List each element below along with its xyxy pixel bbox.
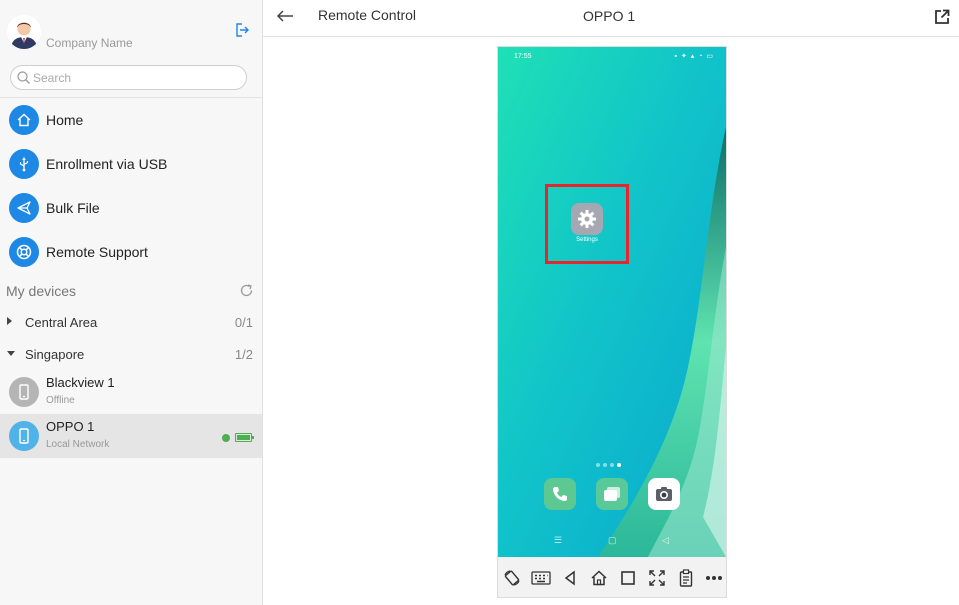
triangle-back-icon[interactable]: ◁ [662, 535, 669, 546]
clipboard-icon[interactable] [676, 568, 696, 588]
nav-item-bulk-file[interactable]: Bulk File [0, 186, 262, 230]
main-panel: Remote Control OPPO 1 17:55 ▪ ✦ ▴ ◔ ▭ Se… [263, 0, 959, 605]
phone-screen[interactable]: 17:55 ▪ ✦ ▴ ◔ ▭ Settings ☰ ▢ ◁ [498, 47, 726, 557]
caret-right-icon [7, 317, 12, 325]
lifebuoy-icon [9, 237, 39, 267]
camera-app-icon[interactable] [648, 478, 680, 510]
profile: Company Name [0, 0, 262, 60]
page-indicator [596, 454, 636, 467]
app-window: Company Name Home [0, 0, 959, 605]
nav-label: Home [46, 112, 84, 128]
nav-item-remote-support[interactable]: Remote Support [0, 230, 262, 274]
device-status: Local Network [46, 439, 110, 450]
search-icon [17, 71, 30, 84]
nav-label: Bulk File [46, 200, 100, 216]
fullscreen-icon[interactable] [647, 568, 667, 588]
online-status-dot [222, 434, 230, 442]
nav-item-enrollment-usb[interactable]: Enrollment via USB [0, 142, 262, 186]
my-devices-title: My devices [6, 283, 77, 299]
page-dot [603, 463, 607, 467]
device-item-blackview-1[interactable]: Blackview 1 Offline [0, 370, 262, 414]
recents-square-icon[interactable] [618, 568, 638, 588]
usb-icon [9, 149, 39, 179]
gallery-app-icon[interactable] [596, 478, 628, 510]
send-icon [9, 193, 39, 223]
avatar[interactable] [7, 15, 41, 49]
caret-down-icon [7, 351, 15, 356]
more-icon[interactable] [704, 568, 724, 588]
phone-icon [9, 421, 39, 451]
sidebar: Company Name Home [0, 0, 263, 605]
page-dot [610, 463, 614, 467]
device-name: Blackview 1 [46, 375, 115, 390]
search-box [10, 65, 247, 90]
group-singapore[interactable]: Singapore 1/2 [0, 340, 262, 368]
device-title: OPPO 1 [583, 8, 636, 24]
phone-mirror: 17:55 ▪ ✦ ▴ ◔ ▭ Settings ☰ ▢ ◁ [497, 46, 727, 598]
open-external-icon[interactable] [933, 8, 951, 26]
page-dot-active [617, 463, 621, 467]
phone-app-icon[interactable] [544, 478, 576, 510]
phone-status-bar: 17:55 ▪ ✦ ▴ ◔ ▭ [498, 47, 726, 67]
nav-item-home[interactable]: Home [0, 98, 262, 142]
remote-toolbar [498, 557, 726, 597]
refresh-icon[interactable] [239, 283, 254, 298]
logout-icon[interactable] [234, 22, 250, 38]
menu-icon[interactable]: ☰ [554, 535, 562, 546]
group-label: Singapore [25, 347, 85, 362]
phone-time: 17:55 [514, 53, 532, 60]
group-label: Central Area [25, 315, 98, 330]
group-count: 0/1 [234, 315, 253, 330]
status-icons: ▪ ✦ ▴ ◔ ▭ [674, 53, 714, 60]
back-arrow-icon[interactable] [275, 8, 295, 24]
page-dot [596, 463, 600, 467]
device-name: OPPO 1 [46, 419, 95, 434]
square-icon[interactable]: ▢ [608, 535, 617, 546]
back-triangle-icon[interactable] [560, 568, 580, 588]
keyboard-icon[interactable] [531, 568, 551, 588]
home-icon[interactable] [589, 568, 609, 588]
search-input[interactable] [33, 69, 233, 87]
nav-label: Remote Support [46, 244, 148, 260]
rotate-icon[interactable] [502, 568, 522, 588]
top-bar: Remote Control OPPO 1 [263, 0, 959, 37]
group-central-area[interactable]: Central Area 0/1 [0, 308, 262, 336]
device-item-oppo-1[interactable]: OPPO 1 Local Network [0, 414, 262, 458]
phone-nav-bar: ☰ ▢ ◁ [498, 535, 726, 549]
device-status: Offline [46, 395, 75, 406]
group-count: 1/2 [234, 347, 253, 362]
company-name: Company Name [46, 36, 133, 50]
page-title: Remote Control [318, 7, 417, 23]
avatar-icon [7, 15, 41, 49]
battery-icon [235, 433, 254, 442]
highlight-box [545, 184, 629, 264]
home-icon [9, 105, 39, 135]
nav-label: Enrollment via USB [46, 156, 168, 172]
phone-icon [9, 377, 39, 407]
